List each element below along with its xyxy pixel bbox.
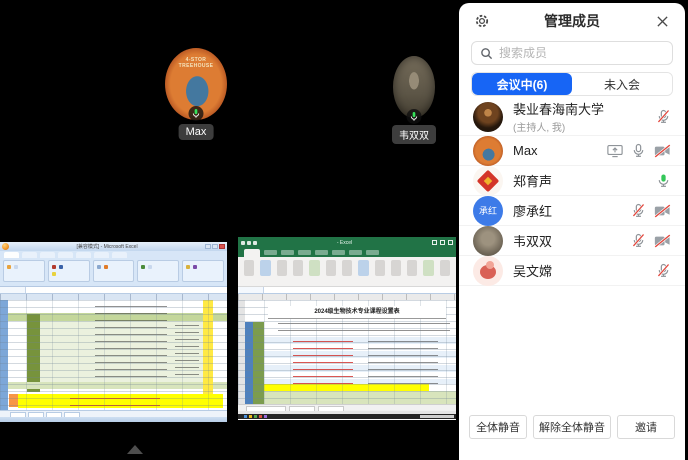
settings-gear-icon[interactable]: [473, 12, 491, 30]
member-name: 裴业春海南大学: [513, 99, 656, 118]
panel-footer: 全体静音 解除全体静音 邀请: [469, 415, 675, 439]
member-row-liaochenghong[interactable]: 承红 廖承红: [459, 196, 685, 226]
invite-button[interactable]: 邀请: [617, 415, 675, 439]
search-box: [471, 41, 673, 65]
mute-all-button[interactable]: 全体静音: [469, 415, 527, 439]
member-name: 吴文嫦: [513, 261, 656, 280]
avatar: 承红: [473, 196, 503, 226]
unmute-all-button[interactable]: 解除全体静音: [533, 415, 611, 439]
office-button-icon: [2, 243, 9, 250]
sheet-tabs: [0, 410, 227, 417]
screen-share-tile-excel-2016[interactable]: - Excel 2024级生物技术专业课程设置表: [238, 237, 456, 420]
member-row-zhengyusheng[interactable]: 郑育声: [459, 166, 685, 196]
participant-tile-max[interactable]: 4-STOR TREEHOUSE Max: [150, 42, 242, 148]
member-list: 裴业春海南大学 (主持人, 我) Max: [459, 98, 685, 286]
avatar-text: TREEHOUSE: [165, 63, 227, 69]
member-row-weishuangshuang[interactable]: 韦双双: [459, 226, 685, 256]
avatar: [473, 166, 503, 196]
avatar: [473, 136, 503, 166]
camera-off-icon[interactable]: [654, 234, 671, 248]
ribbon-tabs: [238, 248, 456, 257]
camera-off-icon[interactable]: [654, 204, 671, 218]
sheet-tabs: [238, 404, 456, 411]
avatar: [473, 102, 503, 132]
camera-off-icon[interactable]: [654, 144, 671, 158]
member-name: Max: [513, 143, 607, 158]
formula-bar: [238, 287, 456, 294]
sheet-heading: 2024级生物技术专业课程设置表: [268, 306, 446, 319]
excel-title-bar: [兼容模式] - Microsoft Excel: [0, 242, 227, 251]
windows-taskbar: [238, 414, 456, 419]
member-row-max[interactable]: Max: [459, 136, 685, 166]
member-name: 郑育声: [513, 171, 656, 190]
status-bar: [0, 417, 227, 422]
panel-header: 管理成员: [459, 3, 685, 39]
member-row-host[interactable]: 裴业春海南大学 (主持人, 我): [459, 98, 685, 136]
manage-members-panel: 管理成员 会议中(6) 未入会 裴业春海南大学: [459, 3, 685, 460]
participant-name: 韦双双: [392, 125, 436, 144]
tab-not-joined[interactable]: 未入会: [572, 73, 672, 95]
window-title: [兼容模式] - Microsoft Excel: [9, 243, 205, 250]
window-controls: [205, 244, 225, 249]
window-controls: [432, 240, 453, 245]
mic-muted-icon[interactable]: [656, 109, 671, 124]
mic-icon: [407, 109, 422, 124]
mic-muted-icon[interactable]: [656, 263, 671, 278]
member-name: 廖承红: [513, 201, 631, 220]
window-title: - Excel: [257, 240, 432, 246]
avatar: [473, 226, 503, 256]
mic-icon[interactable]: [631, 143, 646, 158]
mic-active-icon[interactable]: [656, 173, 671, 188]
search-icon: [480, 47, 493, 60]
member-row-wuwenchang[interactable]: 吴文嫦: [459, 256, 685, 286]
participant-tile-weishuangshuang[interactable]: 韦双双: [378, 52, 450, 144]
spreadsheet-grid: 2024级生物技术专业课程设置表: [238, 300, 456, 404]
screen-share-icon[interactable]: [607, 144, 623, 158]
search-input[interactable]: [499, 46, 664, 60]
member-name: 韦双双: [513, 231, 631, 250]
screen-share-tile-excel-2010[interactable]: [兼容模式] - Microsoft Excel: [0, 242, 227, 422]
spreadsheet-grid: [0, 300, 227, 410]
excel-ribbon: [0, 251, 227, 287]
avatar: [473, 256, 503, 286]
collapse-arrow[interactable]: [127, 445, 143, 454]
panel-title: 管理成员: [459, 11, 685, 31]
quick-access-toolbar: [241, 241, 257, 245]
formula-bar: [0, 287, 227, 294]
avatar-text: 承红: [479, 204, 497, 217]
mic-muted-icon[interactable]: [631, 203, 646, 218]
excel-title-bar: - Excel: [238, 237, 456, 248]
participant-name: Max: [179, 124, 214, 140]
member-tabs: 会议中(6) 未入会: [471, 72, 673, 96]
close-icon[interactable]: [653, 12, 671, 30]
mic-icon: [189, 106, 204, 121]
excel-ribbon: [238, 257, 456, 287]
mic-muted-icon[interactable]: [631, 233, 646, 248]
member-role: (主持人, 我): [513, 119, 656, 134]
tab-in-meeting[interactable]: 会议中(6): [472, 73, 572, 95]
